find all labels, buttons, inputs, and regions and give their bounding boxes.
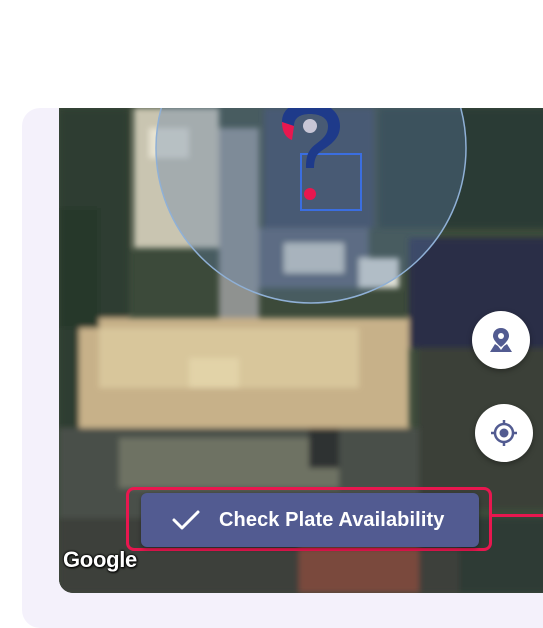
check-icon (172, 510, 200, 530)
annotation-leader-line (492, 514, 543, 517)
check-plate-availability-label: Check Plate Availability (219, 508, 445, 531)
location-button[interactable] (472, 311, 530, 369)
question-marker-icon[interactable] (276, 102, 346, 213)
google-attribution: Google (63, 547, 137, 572)
check-plate-availability-button[interactable]: Check Plate Availability (141, 493, 479, 547)
map-pin-icon (490, 328, 512, 352)
my-location-button[interactable] (475, 404, 533, 462)
crosshair-icon (491, 420, 517, 446)
